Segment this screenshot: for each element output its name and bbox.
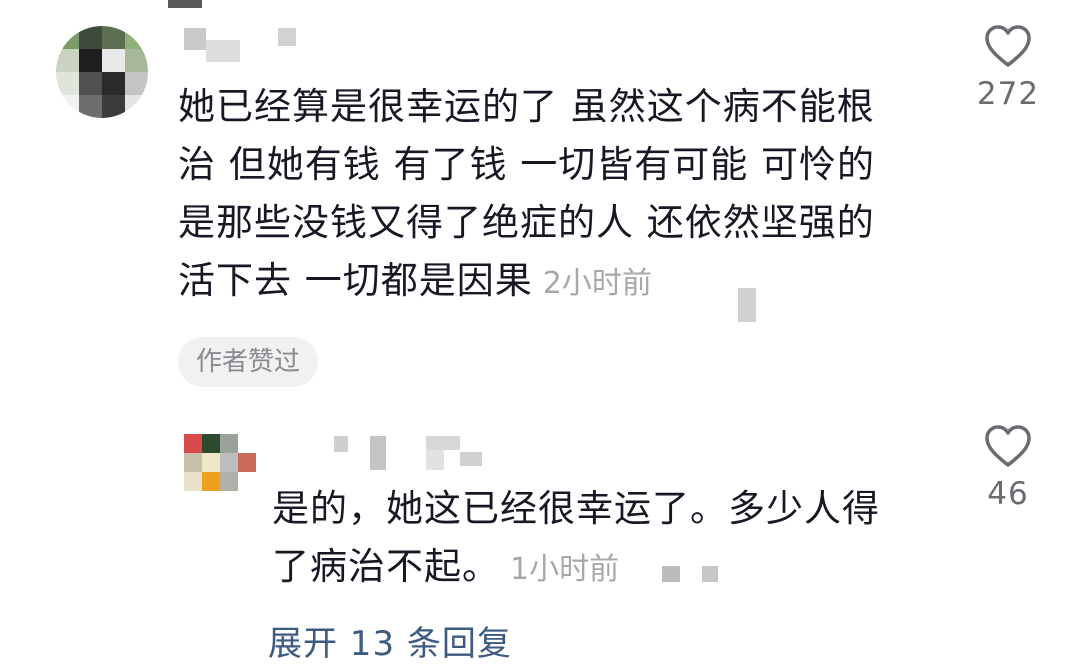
reply-avatar[interactable] [184, 434, 256, 492]
like-button[interactable]: 272 [958, 24, 1058, 112]
reply-like-button[interactable]: 46 [958, 424, 1058, 512]
expand-replies-link[interactable]: 展开 13 条回复 [268, 616, 512, 665]
author-liked-badge: 作者赞过 [178, 337, 319, 387]
heart-outline-icon [985, 25, 1031, 67]
reply-link-blurred[interactable] [738, 288, 756, 322]
mosaic-fragment [168, 0, 202, 8]
comment-body: 她已经算是很幸运的了 虽然这个病不能根 治 但她有钱 有了钱 一切皆有可能 可怜… [178, 78, 875, 313]
reply-line: 是的，她这已经很幸运了。多少人得 [272, 487, 880, 530]
comment-time: 2小时前 [542, 266, 652, 301]
avatar[interactable] [56, 26, 148, 118]
reply-time: 1小时前 [510, 552, 620, 587]
heart-outline-icon [985, 425, 1031, 467]
reply-like-count: 46 [987, 476, 1029, 512]
reply-body: 是的，她这已经很幸运了。多少人得 了病治不起。 1小时前 [272, 480, 880, 599]
reply-line: 了病治不起。 1小时前 [272, 538, 880, 599]
comment-line: 她已经算是很幸运的了 虽然这个病不能根 [178, 85, 875, 128]
like-count: 272 [976, 76, 1040, 112]
comment-line-text: 活下去 一切都是因果 [178, 259, 533, 302]
reply-line-text: 了病治不起。 [272, 545, 500, 588]
comment-line: 活下去 一切都是因果 2小时前 [178, 252, 875, 313]
comment-line: 是那些没钱又得了绝症的人 还依然坚强的 [178, 201, 875, 244]
comment-line: 治 但她有钱 有了钱 一切皆有可能 可怜的 [178, 143, 876, 186]
